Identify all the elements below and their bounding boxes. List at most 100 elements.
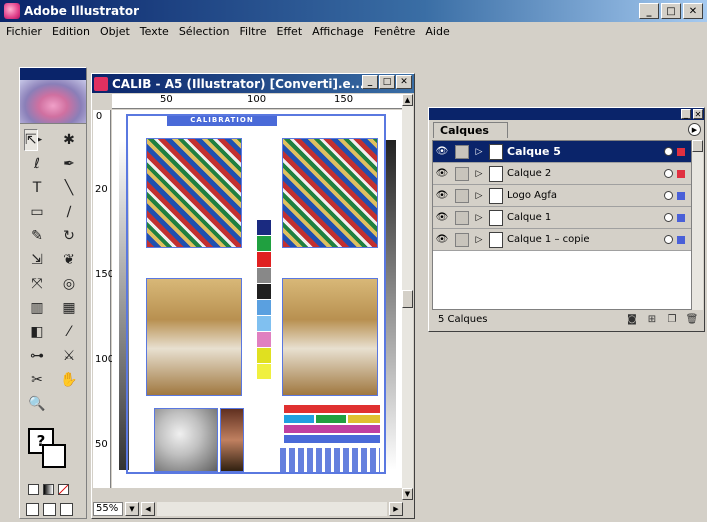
layers-palette-header[interactable]: _ ✕ — [429, 108, 704, 120]
scroll-up-arrow-icon[interactable]: ▲ — [402, 94, 413, 106]
none-mode-button[interactable] — [58, 484, 69, 495]
hand-tool-icon[interactable]: ✋ — [56, 369, 82, 391]
new-layer-icon[interactable]: ❐ — [662, 314, 682, 325]
layer-row[interactable]: 👁 ▷ Calque 5 — [433, 141, 691, 163]
menu-fenetre[interactable]: Fenêtre — [370, 23, 422, 41]
rotate-tool-icon[interactable]: ↻ — [56, 225, 82, 247]
palette-menu-icon[interactable]: ▶ — [688, 123, 701, 136]
scissors-tool-icon[interactable]: ✂ — [24, 369, 50, 391]
layer-name[interactable]: Logo Agfa — [507, 190, 664, 201]
lock-toggle[interactable] — [455, 144, 469, 159]
target-circle-icon[interactable] — [664, 235, 673, 244]
doc-close-button[interactable]: ✕ — [396, 75, 412, 89]
visibility-eye-icon[interactable]: 👁 — [433, 230, 451, 250]
maximize-button[interactable]: □ — [661, 3, 681, 19]
layer-row[interactable]: 👁 ▷ Calque 1 – copie — [433, 229, 691, 251]
paintbrush-tool-icon[interactable]: ∕ — [56, 201, 82, 223]
zoom-field[interactable]: 55% — [93, 502, 123, 516]
pen-tool-icon[interactable]: ✒ — [56, 153, 82, 175]
layer-name[interactable]: Calque 2 — [507, 168, 664, 179]
zoom-tool-icon[interactable]: 🔍 — [24, 393, 50, 415]
scroll-left-arrow-icon[interactable]: ◀ — [141, 502, 155, 516]
document-title-bar[interactable]: CALIB - A5 (Illustrator) [Converti].e...… — [92, 74, 414, 93]
full-screen-menu-mode-button[interactable] — [43, 503, 56, 516]
doc-minimize-button[interactable]: _ — [362, 75, 378, 89]
photo-fabric-right[interactable] — [282, 138, 378, 248]
layers-scroll-up-icon[interactable] — [692, 140, 703, 152]
gradient-tool-icon[interactable]: ◧ — [24, 321, 50, 343]
layer-row[interactable]: 👁 ▷ Logo Agfa — [433, 185, 691, 207]
make-clipping-mask-icon[interactable]: ◙ — [622, 314, 642, 325]
scale-tool-icon[interactable]: ⇲ — [24, 249, 50, 271]
lock-toggle[interactable] — [455, 166, 469, 181]
layer-name[interactable]: Calque 1 — [507, 212, 664, 223]
target-circle-icon[interactable] — [664, 213, 673, 222]
fill-stroke-selector[interactable]: ? — [26, 426, 70, 474]
tool-palette-header[interactable] — [20, 68, 86, 80]
menu-fichier[interactable]: Fichier — [2, 23, 48, 41]
document-vertical-scrollbar[interactable]: ▲ ▼ — [402, 94, 413, 500]
blend-tool-icon[interactable]: ⊶ — [24, 345, 50, 367]
direct-selection-tool-icon[interactable]: ⇱ — [24, 129, 38, 151]
lock-toggle[interactable] — [455, 188, 469, 203]
photo-fabric-left[interactable] — [146, 138, 242, 248]
menu-aide[interactable]: Aide — [421, 23, 455, 41]
menu-selection[interactable]: Sélection — [175, 23, 236, 41]
artboard[interactable]: CALIBRATION — [112, 110, 404, 488]
scroll-thumb[interactable] — [402, 290, 413, 308]
close-button[interactable]: ✕ — [683, 3, 703, 19]
type-tool-icon[interactable]: T — [24, 177, 50, 199]
free-transform-tool-icon[interactable]: ⤧ — [24, 273, 50, 295]
target-circle-icon[interactable] — [664, 169, 673, 178]
rectangle-tool-icon[interactable]: ▭ — [24, 201, 50, 223]
scroll-right-arrow-icon[interactable]: ▶ — [389, 502, 403, 516]
delete-layer-icon[interactable]: 🗑 — [682, 314, 702, 325]
gradient-mode-button[interactable] — [43, 484, 54, 495]
palette-close-button[interactable]: ✕ — [693, 109, 703, 119]
zoom-dropdown-button[interactable]: ▼ — [125, 502, 139, 516]
eyedropper-tool-icon[interactable]: ⁄ — [56, 321, 82, 343]
visibility-eye-icon[interactable]: 👁 — [433, 208, 451, 228]
stroke-swatch[interactable] — [42, 444, 66, 468]
visibility-eye-icon[interactable]: 👁 — [433, 186, 451, 206]
expand-triangle-icon[interactable]: ▷ — [473, 191, 485, 201]
layer-name[interactable]: Calque 5 — [507, 145, 664, 158]
menu-filtre[interactable]: Filtre — [236, 23, 273, 41]
graph-tool-icon[interactable]: ▥ — [24, 297, 50, 319]
new-sublayer-icon[interactable]: ⊞ — [642, 314, 662, 325]
menu-texte[interactable]: Texte — [136, 23, 175, 41]
visibility-eye-icon[interactable]: 👁 — [433, 142, 451, 162]
expand-triangle-icon[interactable]: ▷ — [473, 147, 485, 157]
lasso-tool-icon[interactable]: ℓ — [24, 153, 50, 175]
menu-effet[interactable]: Effet — [273, 23, 309, 41]
menu-edition[interactable]: Edition — [48, 23, 96, 41]
mesh-tool-icon[interactable]: ▦ — [56, 297, 82, 319]
expand-triangle-icon[interactable]: ▷ — [473, 235, 485, 245]
standard-screen-mode-button[interactable] — [26, 503, 39, 516]
full-screen-mode-button[interactable] — [60, 503, 73, 516]
lock-toggle[interactable] — [455, 232, 469, 247]
lock-toggle[interactable] — [455, 210, 469, 225]
layers-scrollbar[interactable] — [692, 140, 703, 310]
photo-figure[interactable] — [220, 408, 244, 472]
magic-wand-tool-icon[interactable]: ✱ — [56, 129, 82, 151]
minimize-button[interactable]: _ — [639, 3, 659, 19]
warp-tool-icon[interactable]: ❦ — [56, 249, 82, 271]
expand-triangle-icon[interactable]: ▷ — [473, 169, 485, 179]
layer-row[interactable]: 👁 ▷ Calque 2 — [433, 163, 691, 185]
slice-tool-icon[interactable]: ⚔ — [56, 345, 82, 367]
document-horizontal-scrollbar[interactable] — [157, 502, 387, 516]
tab-calques[interactable]: Calques — [433, 122, 508, 138]
photo-bathroom-right[interactable] — [282, 278, 378, 396]
layer-name[interactable]: Calque 1 – copie — [507, 234, 664, 245]
palette-collapse-button[interactable]: _ — [681, 109, 691, 119]
photo-bathroom-left[interactable] — [146, 278, 242, 396]
expand-triangle-icon[interactable]: ▷ — [473, 213, 485, 223]
layer-row[interactable]: 👁 ▷ Calque 1 — [433, 207, 691, 229]
doc-maximize-button[interactable]: □ — [379, 75, 395, 89]
menu-objet[interactable]: Objet — [96, 23, 136, 41]
photo-baby[interactable] — [154, 408, 218, 472]
symbol-sprayer-tool-icon[interactable]: ◎ — [56, 273, 82, 295]
menu-affichage[interactable]: Affichage — [308, 23, 370, 41]
target-circle-icon[interactable] — [664, 191, 673, 200]
